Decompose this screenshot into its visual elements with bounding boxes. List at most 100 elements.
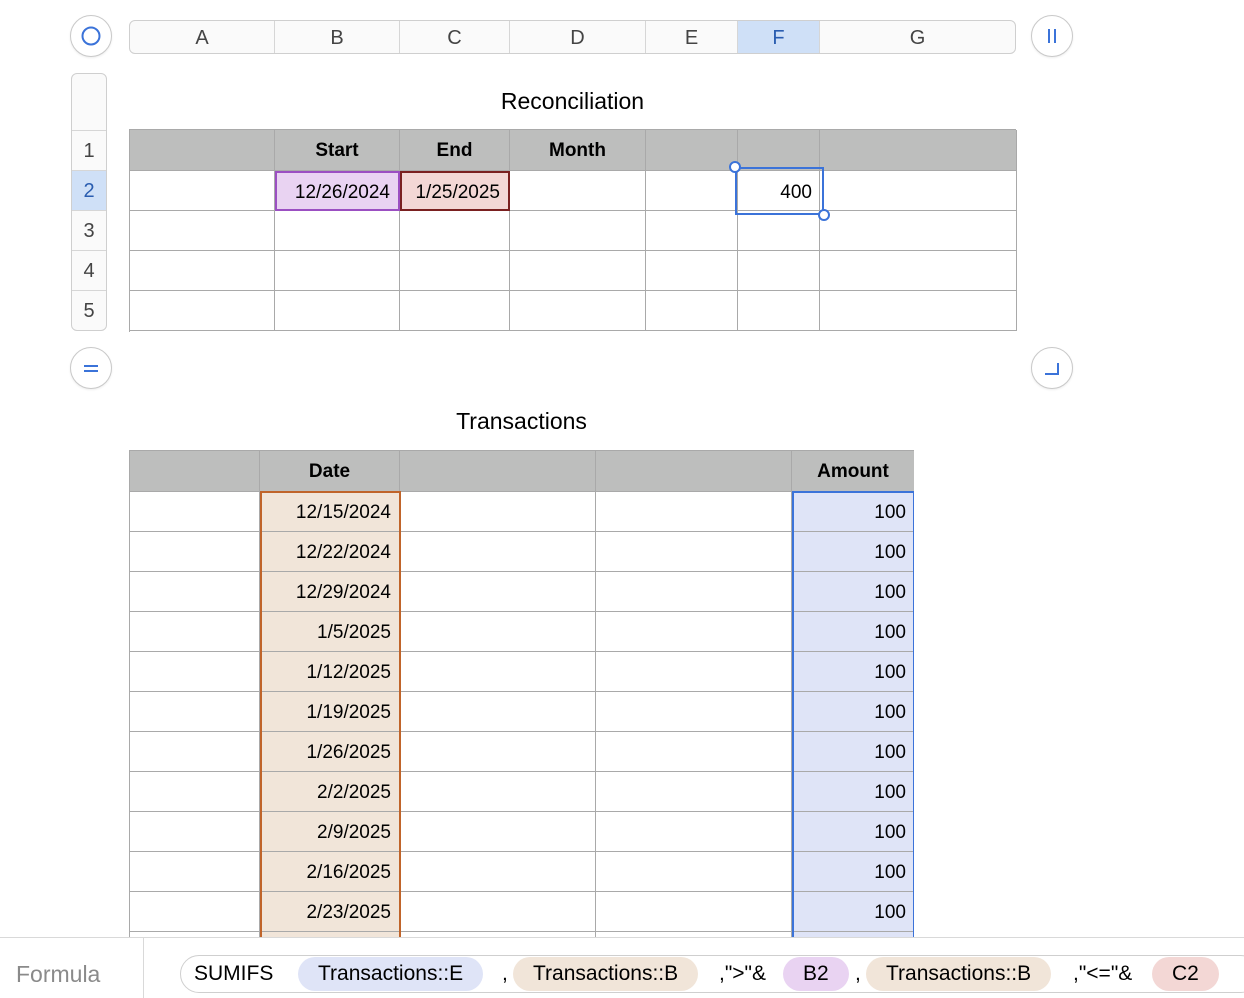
selection-end-handle[interactable] bbox=[818, 209, 830, 221]
recon-cell[interactable] bbox=[820, 291, 1017, 331]
transaction-cell[interactable] bbox=[130, 852, 260, 892]
column-header-b[interactable]: B bbox=[275, 21, 400, 53]
date-cell[interactable]: 12/29/2024 bbox=[260, 572, 400, 612]
recon-cell[interactable] bbox=[400, 211, 510, 251]
recon-header-e[interactable] bbox=[646, 130, 738, 171]
formula-token-date-range-2[interactable]: Transactions::B bbox=[866, 957, 1052, 991]
date-cell[interactable]: 2/9/2025 bbox=[260, 812, 400, 852]
transaction-cell[interactable] bbox=[596, 852, 792, 892]
column-header-d[interactable]: D bbox=[510, 21, 646, 53]
recon-header-g[interactable] bbox=[820, 130, 1017, 171]
transaction-cell[interactable] bbox=[596, 692, 792, 732]
transaction-cell[interactable] bbox=[130, 532, 260, 572]
date-cell[interactable]: 1/26/2025 bbox=[260, 732, 400, 772]
row-header-3[interactable]: 3 bbox=[72, 210, 106, 250]
date-cell[interactable]: 2/16/2025 bbox=[260, 852, 400, 892]
transaction-cell[interactable] bbox=[130, 732, 260, 772]
recon-cell[interactable] bbox=[646, 211, 738, 251]
row-header-2[interactable]: 2 bbox=[72, 170, 106, 210]
column-header-g[interactable]: G bbox=[820, 21, 1015, 53]
resize-table-handle[interactable] bbox=[1031, 347, 1073, 389]
date-cell[interactable]: 1/5/2025 bbox=[260, 612, 400, 652]
column-header-a[interactable]: A bbox=[130, 21, 275, 53]
date-cell[interactable]: 1/19/2025 bbox=[260, 692, 400, 732]
recon-header-end[interactable]: End bbox=[400, 130, 510, 171]
add-column-handle[interactable] bbox=[1031, 15, 1073, 57]
amount-cell[interactable]: 100 bbox=[792, 892, 914, 932]
transaction-cell[interactable] bbox=[400, 572, 596, 612]
transaction-cell[interactable] bbox=[130, 612, 260, 652]
transaction-cell[interactable] bbox=[130, 692, 260, 732]
transaction-cell[interactable] bbox=[596, 492, 792, 532]
recon-header-month[interactable]: Month bbox=[510, 130, 646, 171]
date-cell[interactable]: 12/15/2024 bbox=[260, 492, 400, 532]
date-cell[interactable]: 1/12/2025 bbox=[260, 652, 400, 692]
transaction-cell[interactable] bbox=[400, 652, 596, 692]
date-cell[interactable]: 2/2/2025 bbox=[260, 772, 400, 812]
amount-cell[interactable]: 100 bbox=[792, 492, 914, 532]
recon-cell[interactable] bbox=[646, 251, 738, 291]
tx-header-amount[interactable]: Amount bbox=[792, 451, 914, 492]
recon-cell[interactable] bbox=[130, 251, 275, 291]
recon-cell[interactable] bbox=[738, 251, 820, 291]
formula-token-date-range-1[interactable]: Transactions::B bbox=[513, 957, 699, 991]
recon-cell[interactable] bbox=[130, 291, 275, 331]
row-header-5[interactable]: 5 bbox=[72, 290, 106, 330]
formula-function[interactable]: SUMIFS bbox=[186, 957, 281, 991]
select-table-button[interactable] bbox=[70, 15, 112, 57]
row-header-1[interactable]: 1 bbox=[72, 130, 106, 170]
column-header-f[interactable]: F bbox=[738, 21, 820, 53]
formula-token-amount-range[interactable]: Transactions::E bbox=[298, 957, 484, 991]
formula-token-c2[interactable]: C2 bbox=[1152, 957, 1219, 991]
date-cell[interactable]: 12/22/2024 bbox=[260, 532, 400, 572]
recon-cell[interactable] bbox=[738, 291, 820, 331]
recon-cell[interactable] bbox=[130, 211, 275, 251]
add-row-handle[interactable] bbox=[70, 347, 112, 389]
transaction-cell[interactable] bbox=[596, 772, 792, 812]
recon-header-f[interactable] bbox=[738, 130, 820, 171]
tx-header-d[interactable] bbox=[596, 451, 792, 492]
transaction-cell[interactable] bbox=[596, 812, 792, 852]
transaction-cell[interactable] bbox=[400, 692, 596, 732]
recon-cell[interactable] bbox=[646, 291, 738, 331]
transaction-cell[interactable] bbox=[400, 892, 596, 932]
sumifs-result-cell[interactable]: 400 bbox=[735, 167, 824, 215]
transaction-cell[interactable] bbox=[596, 572, 792, 612]
recon-cell[interactable] bbox=[820, 211, 1017, 251]
transaction-cell[interactable] bbox=[130, 492, 260, 532]
transaction-cell[interactable] bbox=[130, 892, 260, 932]
transaction-cell[interactable] bbox=[400, 532, 596, 572]
transaction-cell[interactable] bbox=[596, 532, 792, 572]
transaction-cell[interactable] bbox=[130, 572, 260, 612]
recon-cell[interactable] bbox=[738, 211, 820, 251]
transaction-cell[interactable] bbox=[400, 612, 596, 652]
start-date-cell[interactable]: 12/26/2024 bbox=[275, 171, 400, 211]
recon-cell[interactable] bbox=[400, 291, 510, 331]
transaction-cell[interactable] bbox=[596, 892, 792, 932]
amount-cell[interactable]: 100 bbox=[792, 532, 914, 572]
amount-cell[interactable]: 100 bbox=[792, 772, 914, 812]
transaction-cell[interactable] bbox=[596, 612, 792, 652]
amount-cell[interactable]: 100 bbox=[792, 692, 914, 732]
tx-header-a[interactable] bbox=[130, 451, 260, 492]
recon-cell[interactable] bbox=[510, 251, 646, 291]
tx-header-c[interactable] bbox=[400, 451, 596, 492]
amount-cell[interactable]: 100 bbox=[792, 612, 914, 652]
row-header-4[interactable]: 4 bbox=[72, 250, 106, 290]
recon-header-a[interactable] bbox=[130, 130, 275, 171]
transaction-cell[interactable] bbox=[400, 732, 596, 772]
transaction-cell[interactable] bbox=[400, 812, 596, 852]
transaction-cell[interactable] bbox=[596, 732, 792, 772]
recon-cell[interactable] bbox=[275, 211, 400, 251]
transaction-cell[interactable] bbox=[130, 772, 260, 812]
column-header-c[interactable]: C bbox=[400, 21, 510, 53]
recon-cell[interactable] bbox=[646, 171, 738, 211]
date-cell[interactable]: 2/23/2025 bbox=[260, 892, 400, 932]
transaction-cell[interactable] bbox=[130, 812, 260, 852]
recon-header-start[interactable]: Start bbox=[275, 130, 400, 171]
recon-cell[interactable] bbox=[510, 211, 646, 251]
amount-cell[interactable]: 100 bbox=[792, 652, 914, 692]
column-header-e[interactable]: E bbox=[646, 21, 738, 53]
transaction-cell[interactable] bbox=[400, 852, 596, 892]
amount-cell[interactable]: 100 bbox=[792, 732, 914, 772]
